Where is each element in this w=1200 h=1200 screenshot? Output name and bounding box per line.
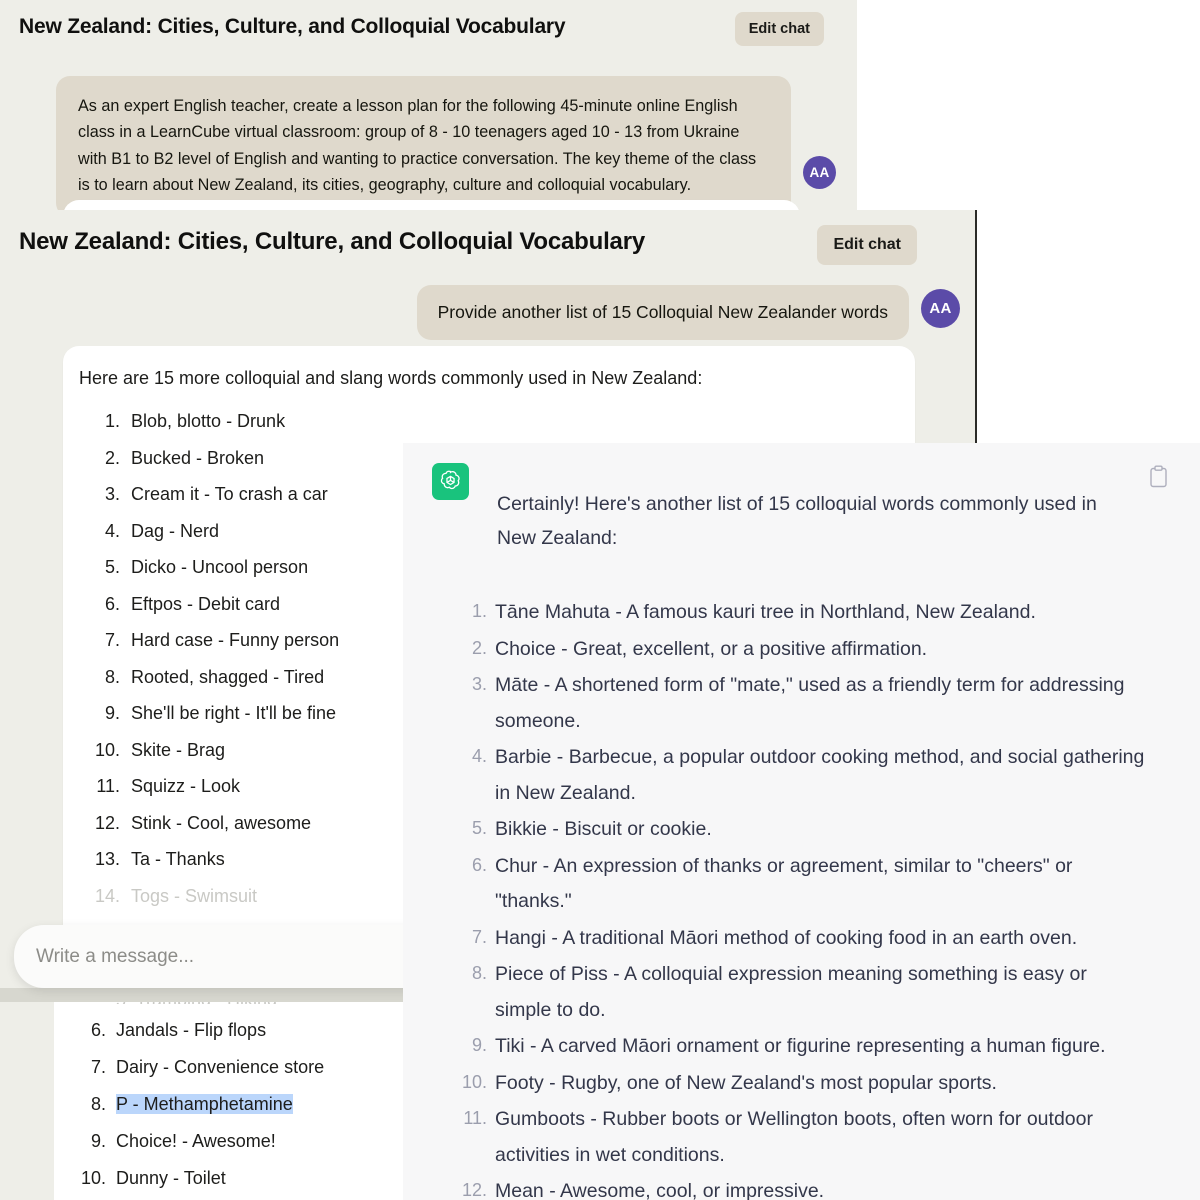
list-item: 10. Dunny - Toilet (81, 1168, 403, 1189)
list-item: 10. Footy - Rugby, one of New Zealand's m… (462, 1066, 1148, 1101)
list-item-number: 9. (471, 1035, 487, 1056)
list-item: 4. Barbie - Barbecue, a popular outdoor c… (472, 740, 1148, 811)
slang-word-list-bottom: 5. Tramping - Hiking6.Jandals - Flip flo… (81, 990, 403, 1189)
assistant-response-card-bottom: 5. Tramping - Hiking6.Jandals - Flip flo… (54, 990, 403, 1200)
avatar[interactable]: AA (921, 289, 960, 328)
list-item-number: 7. (471, 926, 487, 947)
list-item-number: 10. (461, 1071, 487, 1092)
list-item: 8. P - Methamphetamine (91, 1094, 403, 1115)
list-item: 9. Choice! - Awesome! (91, 1131, 403, 1152)
list-item-number: 2. (471, 637, 487, 658)
chatgpt-response-panel: Certainly! Here's another list of 15 col… (403, 443, 1200, 1200)
panel-header: New Zealand: Cities, Culture, and Colloq… (0, 0, 857, 58)
list-item: 6. Chur - An expression of thanks or agre… (472, 849, 1148, 920)
list-item-number: 8. (471, 963, 487, 984)
list-item: 5. Bikkie - Biscuit or cookie. (472, 812, 1148, 847)
list-item-number: 11. (463, 1108, 487, 1129)
screenshot-root: New Zealand: Cities, Culture, and Colloq… (0, 0, 1200, 1200)
list-item-number: 6. (471, 854, 487, 875)
chatgpt-intro-text: Certainly! Here's another list of 15 col… (497, 493, 1097, 550)
list-item: 11. Gumboots - Rubber boots or Wellington… (463, 1102, 1148, 1173)
user-message-bubble: Provide another list of 15 Colloquial Ne… (416, 285, 909, 340)
list-item-number: 8. (90, 1094, 106, 1114)
list-item: 8. Piece of Piss - A colloquial expressio… (472, 957, 1148, 1028)
avatar[interactable]: AA (803, 156, 836, 189)
list-item-number: 10. (80, 1168, 106, 1188)
edit-chat-button[interactable]: Edit chat (817, 225, 917, 265)
chat-panel-bottom: 5. Tramping - Hiking6.Jandals - Flip flo… (0, 990, 403, 1200)
list-item: 9. Tiki - A carved Māori ornament or figu… (472, 1029, 1148, 1064)
list-item-number: 3. (471, 674, 487, 695)
list-item-number: 12. (461, 1180, 487, 1200)
chatgpt-slang-list: 1. Tāne Mahuta - A famous kauri tree in N… (462, 595, 1148, 1200)
list-item: 7. Hangi - A traditional Māori method of … (472, 921, 1148, 956)
list-item: 2. Choice - Great, excellent, or a positi… (472, 632, 1148, 667)
list-item: 1. Tāne Mahuta - A famous kauri tree in N… (472, 595, 1148, 630)
chatgpt-header: Certainly! Here's another list of 15 col… (403, 443, 1200, 555)
list-item: 7. Dairy - Convenience store (91, 1057, 403, 1078)
list-item: 3. Māte - A shortened form of "mate," use… (472, 668, 1148, 739)
message-composer[interactable] (14, 925, 416, 988)
copy-icon[interactable] (1149, 465, 1168, 488)
list-item-number: 6. (90, 1020, 106, 1040)
panel-divider-strip (0, 988, 403, 1002)
list-item-number: 7. (90, 1057, 106, 1077)
list-item: 6. Jandals - Flip flops (91, 1020, 403, 1041)
panel-header: New Zealand: Cities, Culture, and Colloq… (0, 210, 975, 268)
highlighted-text[interactable]: P - Methamphetamine (116, 1094, 293, 1114)
user-message-row: As an expert English teacher, create a l… (56, 76, 846, 217)
list-item-number: 5. (471, 818, 487, 839)
page-title: New Zealand: Cities, Culture, and Colloq… (19, 228, 645, 255)
list-item-number: 4. (471, 746, 487, 767)
page-title: New Zealand: Cities, Culture, and Colloq… (19, 15, 566, 38)
user-message-bubble: As an expert English teacher, create a l… (56, 76, 791, 217)
user-message-row: Provide another list of 15 Colloquial Ne… (370, 285, 960, 340)
assistant-intro-text: Here are 15 more colloquial and slang wo… (79, 368, 703, 388)
list-item: 12. Mean - Awesome, cool, or impressive. (462, 1174, 1148, 1200)
list-item-number: 9. (90, 1131, 106, 1151)
chat-panel-top: New Zealand: Cities, Culture, and Colloq… (0, 0, 857, 218)
openai-logo-icon (432, 463, 469, 500)
list-item-number: 1. (471, 601, 487, 622)
message-input[interactable] (14, 945, 416, 968)
edit-chat-button[interactable]: Edit chat (734, 12, 824, 46)
list-item: Blob, blotto - Drunk (125, 411, 915, 432)
